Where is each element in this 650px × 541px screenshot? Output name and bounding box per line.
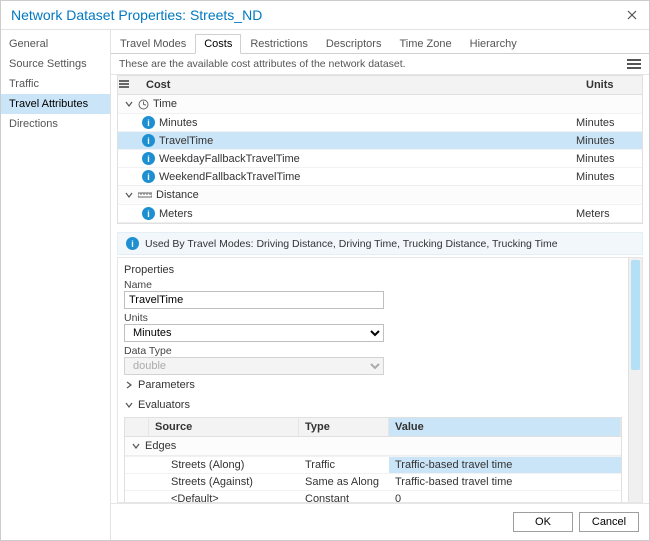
table-row[interactable]: iWeekdayFallbackTravelTimeMinutes bbox=[118, 149, 642, 167]
eval-type-col[interactable]: Type bbox=[299, 418, 389, 436]
sidebar: General Source Settings Traffic Travel A… bbox=[1, 30, 111, 540]
datatype-label: Data Type bbox=[124, 345, 622, 357]
chevron-down-icon bbox=[131, 441, 141, 451]
tab-costs[interactable]: Costs bbox=[195, 34, 241, 54]
titlebar: Network Dataset Properties: Streets_ND bbox=[1, 1, 649, 30]
eval-row[interactable]: <Default>Constant0 bbox=[125, 490, 621, 502]
main: Travel Modes Costs Restrictions Descript… bbox=[111, 30, 649, 540]
sidebar-item-traffic[interactable]: Traffic bbox=[1, 74, 110, 94]
name-label: Name bbox=[124, 279, 622, 291]
properties-inner: Properties Name Units Minutes Data Type … bbox=[118, 258, 628, 502]
tab-hierarchy[interactable]: Hierarchy bbox=[461, 34, 526, 54]
hint-text: These are the available cost attributes … bbox=[119, 58, 406, 70]
name-input[interactable] bbox=[124, 291, 384, 309]
sidebar-item-travel-attributes[interactable]: Travel Attributes bbox=[1, 94, 110, 114]
info-icon: i bbox=[142, 116, 155, 129]
dialog-body: General Source Settings Traffic Travel A… bbox=[1, 30, 649, 540]
time-section-header[interactable]: Time bbox=[118, 95, 642, 113]
tab-descriptors[interactable]: Descriptors bbox=[317, 34, 391, 54]
sidebar-item-directions[interactable]: Directions bbox=[1, 114, 110, 134]
tab-travel-modes[interactable]: Travel Modes bbox=[111, 34, 195, 54]
eval-icon-col bbox=[125, 418, 149, 436]
dialog-title: Network Dataset Properties: Streets_ND bbox=[11, 7, 262, 23]
eval-value-col[interactable]: Value bbox=[389, 418, 621, 436]
sidebar-item-general[interactable]: General bbox=[1, 34, 110, 54]
cost-grid: Cost Units Time iMinutesMinutes iTravelT… bbox=[117, 75, 643, 224]
distance-group-label: Distance bbox=[156, 189, 199, 201]
units-select[interactable]: Minutes bbox=[124, 324, 384, 342]
footer: OK Cancel bbox=[111, 503, 649, 540]
properties-panel: Properties Name Units Minutes Data Type … bbox=[117, 257, 643, 503]
info-icon: i bbox=[142, 152, 155, 165]
evaluators-grid-header: Source Type Value bbox=[125, 418, 621, 437]
units-col-header[interactable]: Units bbox=[582, 76, 642, 94]
datatype-select: double bbox=[124, 357, 384, 375]
tab-restrictions[interactable]: Restrictions bbox=[241, 34, 316, 54]
info-icon: i bbox=[142, 170, 155, 183]
hint-row: These are the available cost attributes … bbox=[111, 54, 649, 75]
scroll-thumb[interactable] bbox=[631, 260, 640, 370]
parameters-accordion[interactable]: Parameters bbox=[124, 375, 622, 395]
tab-time-zone[interactable]: Time Zone bbox=[390, 34, 460, 54]
close-icon[interactable] bbox=[625, 8, 639, 22]
distance-section: Distance iMetersMeters bbox=[118, 186, 642, 223]
ruler-icon bbox=[138, 191, 152, 199]
cost-grid-header: Cost Units bbox=[118, 76, 642, 95]
eval-row[interactable]: Streets (Against)Same as AlongTraffic-ba… bbox=[125, 473, 621, 490]
info-icon: i bbox=[126, 237, 139, 250]
table-row[interactable]: iMinutesMinutes bbox=[118, 113, 642, 131]
table-row[interactable]: iWeekendFallbackTravelTimeMinutes bbox=[118, 167, 642, 185]
chevron-down-icon bbox=[124, 400, 134, 410]
eval-source-col[interactable]: Source bbox=[149, 418, 299, 436]
evaluators-accordion[interactable]: Evaluators bbox=[124, 395, 622, 415]
menu-icon[interactable] bbox=[627, 59, 641, 69]
chevron-right-icon bbox=[124, 380, 134, 390]
distance-section-header[interactable]: Distance bbox=[118, 186, 642, 204]
info-icon: i bbox=[142, 134, 155, 147]
units-label: Units bbox=[124, 312, 622, 324]
edges-group[interactable]: Edges bbox=[125, 437, 621, 456]
scrollbar[interactable] bbox=[628, 258, 642, 502]
clock-icon bbox=[138, 99, 149, 110]
properties-legend: Properties bbox=[124, 264, 622, 276]
cost-col-header[interactable]: Cost bbox=[142, 76, 582, 94]
icon-col-header bbox=[118, 76, 142, 94]
table-row[interactable]: iTravelTimeMinutes bbox=[118, 131, 642, 149]
eval-row[interactable]: Streets (Along)TrafficTraffic-based trav… bbox=[125, 456, 621, 473]
ok-button[interactable]: OK bbox=[513, 512, 573, 532]
cancel-button[interactable]: Cancel bbox=[579, 512, 639, 532]
used-by-text: Used By Travel Modes: Driving Distance, … bbox=[145, 238, 558, 250]
time-group-label: Time bbox=[153, 98, 177, 110]
chevron-down-icon bbox=[124, 99, 134, 109]
dialog: Network Dataset Properties: Streets_ND G… bbox=[0, 0, 650, 541]
sidebar-item-source-settings[interactable]: Source Settings bbox=[1, 54, 110, 74]
time-section: Time iMinutesMinutes iTravelTimeMinutes … bbox=[118, 95, 642, 186]
used-by-bar: i Used By Travel Modes: Driving Distance… bbox=[117, 232, 643, 255]
table-row[interactable]: iMetersMeters bbox=[118, 204, 642, 222]
info-icon: i bbox=[142, 207, 155, 220]
evaluators-grid: Source Type Value Edges Streets (Along)T… bbox=[124, 417, 622, 502]
tabs: Travel Modes Costs Restrictions Descript… bbox=[111, 30, 649, 54]
chevron-down-icon bbox=[124, 190, 134, 200]
